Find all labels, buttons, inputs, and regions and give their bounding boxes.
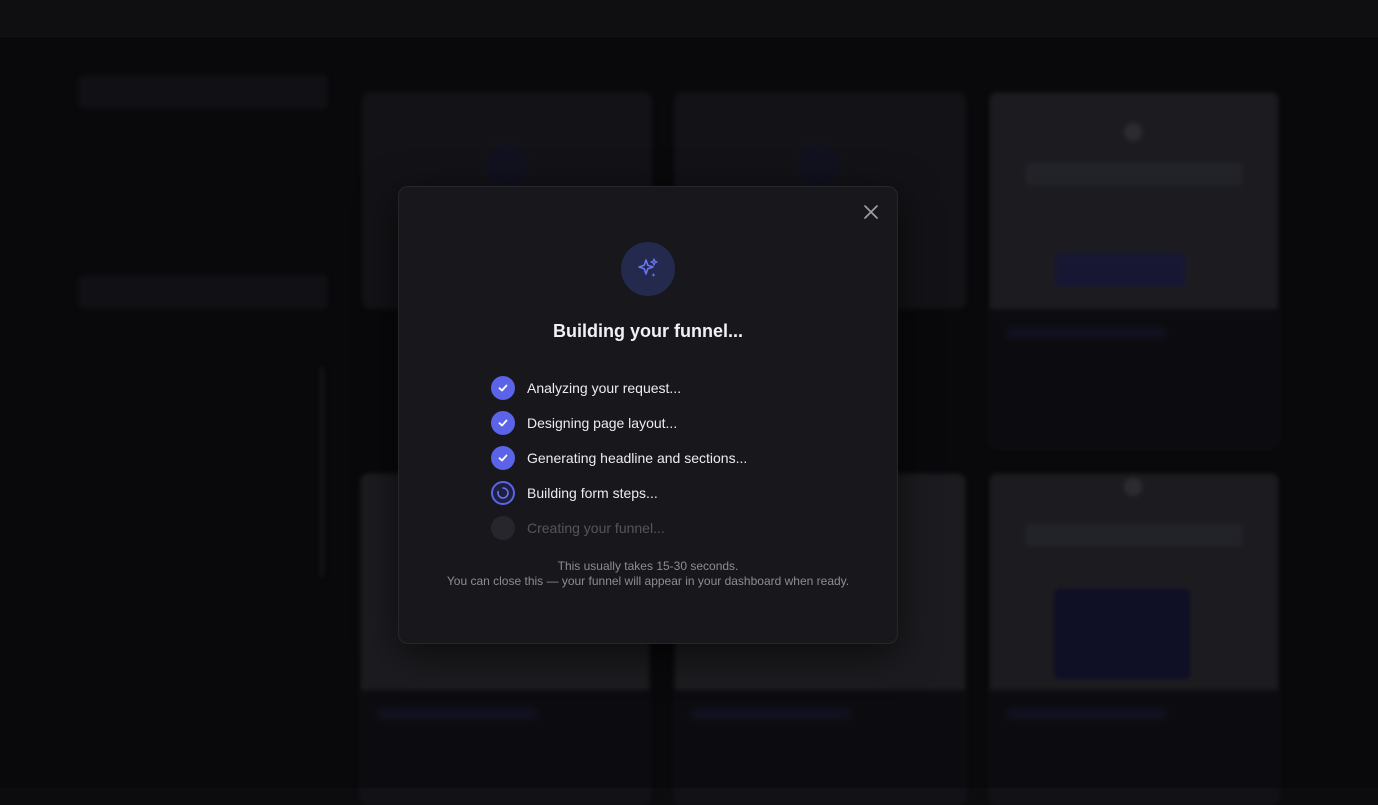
close-icon[interactable] — [859, 201, 883, 225]
modal-title: Building your funnel... — [553, 321, 743, 341]
step-label: Generating headline and sections... — [527, 449, 748, 466]
duration-note: This usually takes 15-30 seconds. — [557, 559, 739, 573]
step-analyzing: Analyzing your request... — [491, 370, 747, 405]
check-icon — [491, 410, 515, 435]
check-icon — [491, 375, 515, 400]
step-generating: Generating headline and sections... — [491, 440, 747, 475]
spinner-icon — [491, 480, 515, 505]
step-label: Creating your funnel... — [527, 519, 665, 536]
step-creating: Creating your funnel... — [491, 510, 747, 545]
close-hint-note: You can close this — your funnel will ap… — [446, 574, 850, 588]
building-funnel-modal: Building your funnel... Analyzing your r… — [398, 186, 898, 644]
pending-icon — [491, 515, 515, 540]
progress-steps: Analyzing your request... Designing page… — [491, 370, 747, 545]
step-designing: Designing page layout... — [491, 405, 747, 440]
step-label: Building form steps... — [527, 484, 658, 501]
step-label: Analyzing your request... — [527, 379, 682, 396]
step-building-form: Building form steps... — [491, 475, 747, 510]
check-icon — [491, 445, 515, 470]
sparkles-icon — [621, 242, 675, 296]
step-label: Designing page layout... — [527, 414, 678, 431]
